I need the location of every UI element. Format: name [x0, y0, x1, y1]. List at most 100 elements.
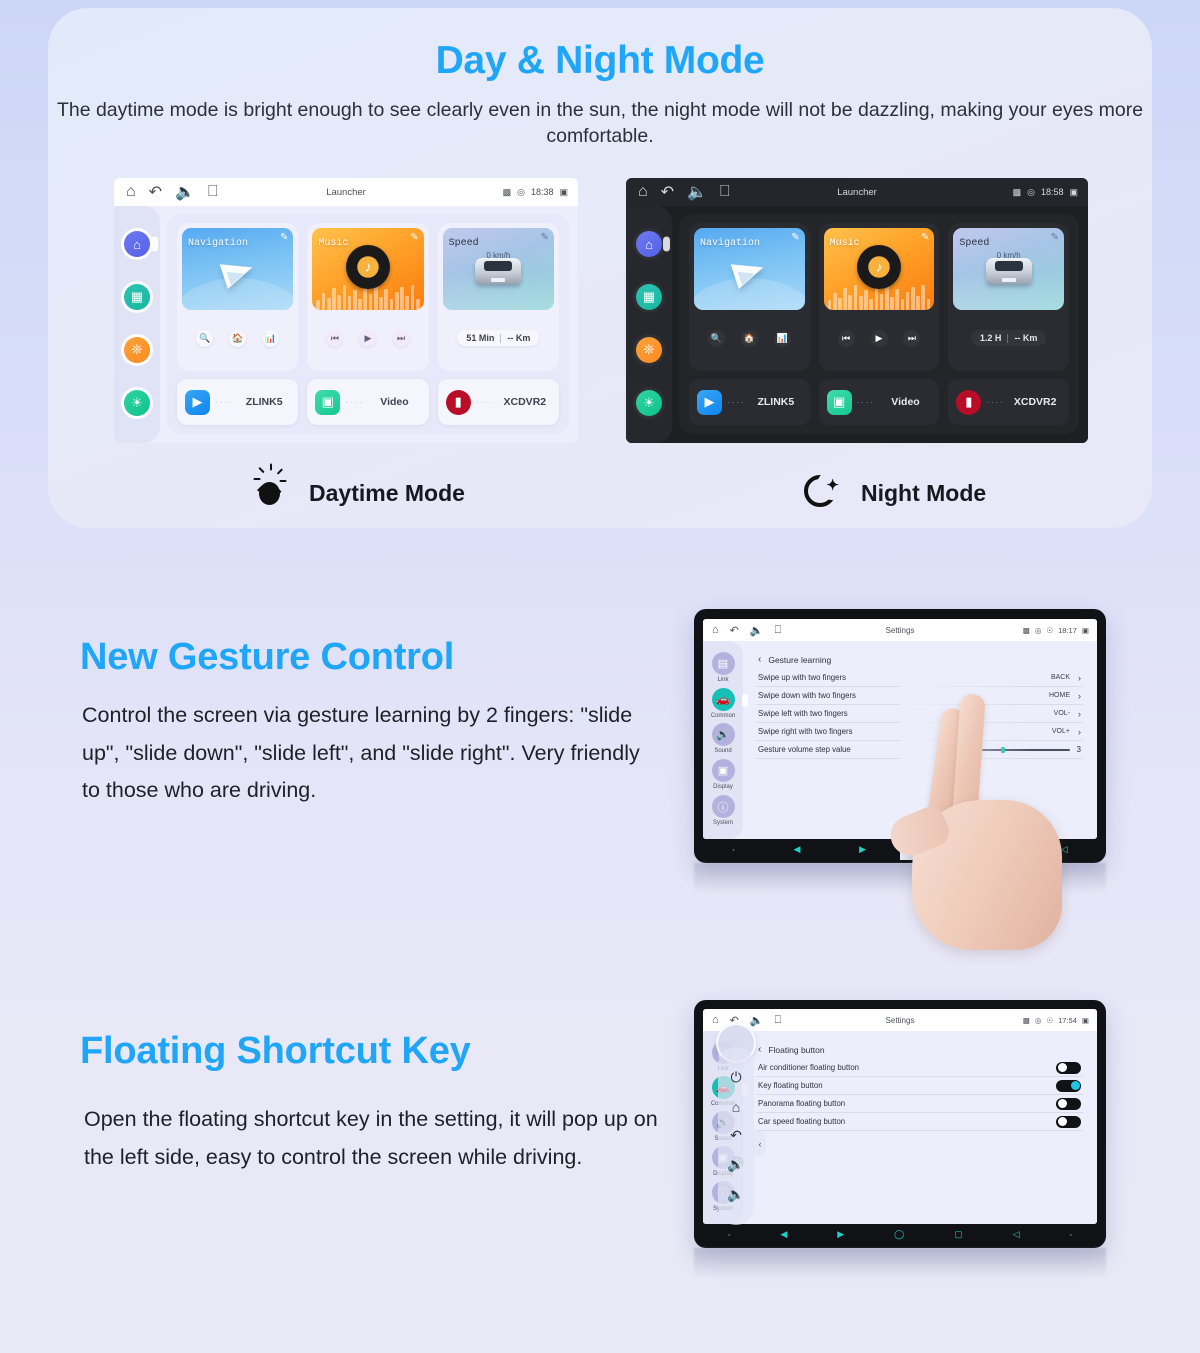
back-icon[interactable]: ↶: [730, 1127, 742, 1144]
recents-icon[interactable]: ⎕: [208, 183, 218, 201]
volume-icon[interactable]: 🔈: [175, 182, 195, 202]
app-card-video[interactable]: ▣ ···· Video: [818, 379, 940, 425]
music-prev-icon[interactable]: ⏮: [837, 329, 855, 347]
status-title: Settings: [885, 625, 915, 635]
floating-collapse-handle[interactable]: ‹: [754, 1131, 766, 1157]
widget-music[interactable]: Music ✎ ⏮: [307, 223, 429, 371]
sidebar-item-common[interactable]: 🚗 Common: [711, 687, 749, 719]
volume-step-slider[interactable]: [981, 746, 1070, 753]
app-card-xcdvr2[interactable]: ▮ ···· XCDVR2: [437, 379, 559, 425]
recents-icon[interactable]: ▢: [994, 844, 1003, 855]
nav-home-icon[interactable]: 🏠: [740, 329, 758, 347]
screen-link-icon: ▤: [711, 651, 735, 675]
rail-item-apps[interactable]: ▦: [124, 284, 150, 311]
home-icon[interactable]: ⌂: [638, 183, 648, 201]
back-icon[interactable]: ↶: [149, 182, 162, 202]
music-play-icon[interactable]: ▶: [870, 329, 888, 347]
table-row[interactable]: Key floating button: [756, 1077, 1083, 1095]
nav-traffic-icon[interactable]: 📊: [773, 329, 791, 347]
widget-navigation[interactable]: Navigation ✎ 🔍 🏠 📊: [689, 223, 810, 371]
home-icon[interactable]: ◯: [925, 844, 935, 855]
floating-shortcut-bar[interactable]: ⏻ ⌂ ↶ 🔊 🔈 ‹: [708, 1023, 766, 1233]
volume-down-icon[interactable]: 🔈: [727, 1186, 744, 1203]
chevron-right-icon: ›: [1078, 672, 1081, 683]
home-icon[interactable]: ◯: [894, 1229, 904, 1240]
volume-down-icon[interactable]: ◀: [780, 1229, 787, 1240]
rail-item-home[interactable]: ⌂: [124, 231, 158, 258]
launcher-rail-day: ⌂ ▦ ❊ ☀: [114, 206, 160, 443]
row-label: Key floating button: [758, 1081, 823, 1090]
toggle-car-speed[interactable]: [1056, 1115, 1081, 1128]
edit-icon[interactable]: ✎: [410, 232, 418, 243]
nav-search-icon[interactable]: 🔍: [196, 329, 214, 347]
slider-handle[interactable]: [1001, 746, 1006, 753]
recents-icon[interactable]: ⎕: [720, 183, 730, 201]
home-icon[interactable]: ⌂: [126, 183, 136, 201]
toggle-air-conditioner[interactable]: [1056, 1061, 1081, 1074]
back-icon[interactable]: ↶: [661, 182, 674, 202]
row-value: VOL+: [1051, 728, 1070, 735]
table-row[interactable]: Air conditioner floating button: [756, 1059, 1083, 1077]
breadcrumb[interactable]: ‹ Floating button: [756, 1043, 1083, 1059]
tablet-reflection: [694, 1248, 1106, 1288]
rail-item-settings[interactable]: ❊: [124, 336, 150, 363]
rail-item-brightness[interactable]: ☀: [124, 389, 150, 416]
volume-icon[interactable]: 🔈: [687, 182, 707, 202]
table-row[interactable]: Swipe right with two fingers VOL+ ›: [756, 723, 1083, 741]
app-card-xcdvr2[interactable]: ▮ ···· XCDVR2: [948, 379, 1070, 425]
music-play-icon[interactable]: ▶: [359, 329, 377, 347]
breadcrumb[interactable]: ‹ Gesture learning: [756, 653, 1083, 669]
sidebar-item-link[interactable]: ▤ Link: [711, 651, 735, 683]
split-screen-icon[interactable]: ▣: [559, 187, 568, 198]
nav-home-icon[interactable]: 🏠: [229, 329, 247, 347]
power-icon[interactable]: ⏻: [730, 1069, 741, 1086]
volume-up-icon[interactable]: ▶: [837, 1229, 844, 1240]
table-row[interactable]: Swipe down with two fingers HOME ›: [756, 687, 1083, 705]
widget-speed[interactable]: Speed ✎ 0 km/h 1.2 H -- Km: [948, 223, 1070, 371]
back-icon[interactable]: ◁: [1013, 1229, 1020, 1240]
edit-icon[interactable]: ✎: [921, 232, 929, 243]
edit-icon[interactable]: ✎: [541, 232, 549, 243]
chevron-left-icon[interactable]: ‹: [758, 654, 761, 665]
edit-icon[interactable]: ✎: [1051, 232, 1059, 243]
edit-icon[interactable]: ✎: [280, 232, 288, 243]
widget-music[interactable]: Music ✎ ⏮: [818, 223, 940, 371]
table-row[interactable]: Swipe left with two fingers VOL- ›: [756, 705, 1083, 723]
sidebar-item-sound[interactable]: 🔊 Sound: [711, 723, 735, 754]
table-row[interactable]: Car speed floating button: [756, 1113, 1083, 1131]
recents-icon[interactable]: ▢: [954, 1229, 963, 1240]
music-next-icon[interactable]: ⏭: [903, 329, 921, 347]
vinyl-record-icon: [857, 245, 901, 290]
sidebar-item-display[interactable]: ▣ Display: [711, 759, 735, 790]
volume-down-icon[interactable]: ◀: [793, 844, 800, 855]
table-row[interactable]: Swipe up with two fingers BACK ›: [756, 669, 1083, 687]
music-prev-icon[interactable]: ⏮: [326, 329, 344, 347]
music-next-icon[interactable]: ⏭: [392, 329, 410, 347]
sidebar-item-system[interactable]: ⓘ System: [711, 795, 735, 826]
usb-icon: ▩: [1012, 186, 1022, 197]
toggle-panorama[interactable]: [1056, 1097, 1081, 1110]
rail-item-home[interactable]: ⌂: [636, 231, 670, 258]
table-row[interactable]: Panorama floating button: [756, 1095, 1083, 1113]
widget-speed[interactable]: Speed ✎ 0 km/h 51 Min -- Km: [437, 223, 559, 371]
nav-search-icon[interactable]: 🔍: [707, 329, 725, 347]
toggle-key-floating[interactable]: [1056, 1079, 1081, 1092]
volume-up-icon[interactable]: ▶: [859, 844, 866, 855]
table-row-slider[interactable]: Gesture volume step value 3: [756, 741, 1083, 759]
app-card-video[interactable]: ▣ ···· Video: [307, 379, 429, 425]
widget-speed-label: Speed: [448, 238, 479, 249]
edit-icon[interactable]: ✎: [791, 232, 799, 243]
back-icon[interactable]: ◁: [1061, 844, 1068, 855]
app-card-zlink5[interactable]: ▶ ···· ZLINK5: [177, 379, 299, 425]
app-card-zlink5[interactable]: ▶ ···· ZLINK5: [689, 379, 810, 425]
widget-navigation[interactable]: Navigation ✎ 🔍 🏠 📊: [177, 223, 299, 371]
volume-up-icon[interactable]: 🔊: [727, 1156, 744, 1173]
launcher-rail-night: ⌂ ▦ ❊ ☀: [626, 206, 672, 443]
split-screen-icon[interactable]: ▣: [1069, 187, 1078, 198]
rail-item-brightness[interactable]: ☀: [636, 389, 662, 416]
rail-item-settings[interactable]: ❊: [636, 336, 662, 363]
row-value: HOME: [1049, 692, 1070, 699]
home-icon[interactable]: ⌂: [732, 1099, 740, 1115]
nav-traffic-icon[interactable]: 📊: [262, 329, 280, 347]
rail-item-apps[interactable]: ▦: [636, 284, 662, 311]
